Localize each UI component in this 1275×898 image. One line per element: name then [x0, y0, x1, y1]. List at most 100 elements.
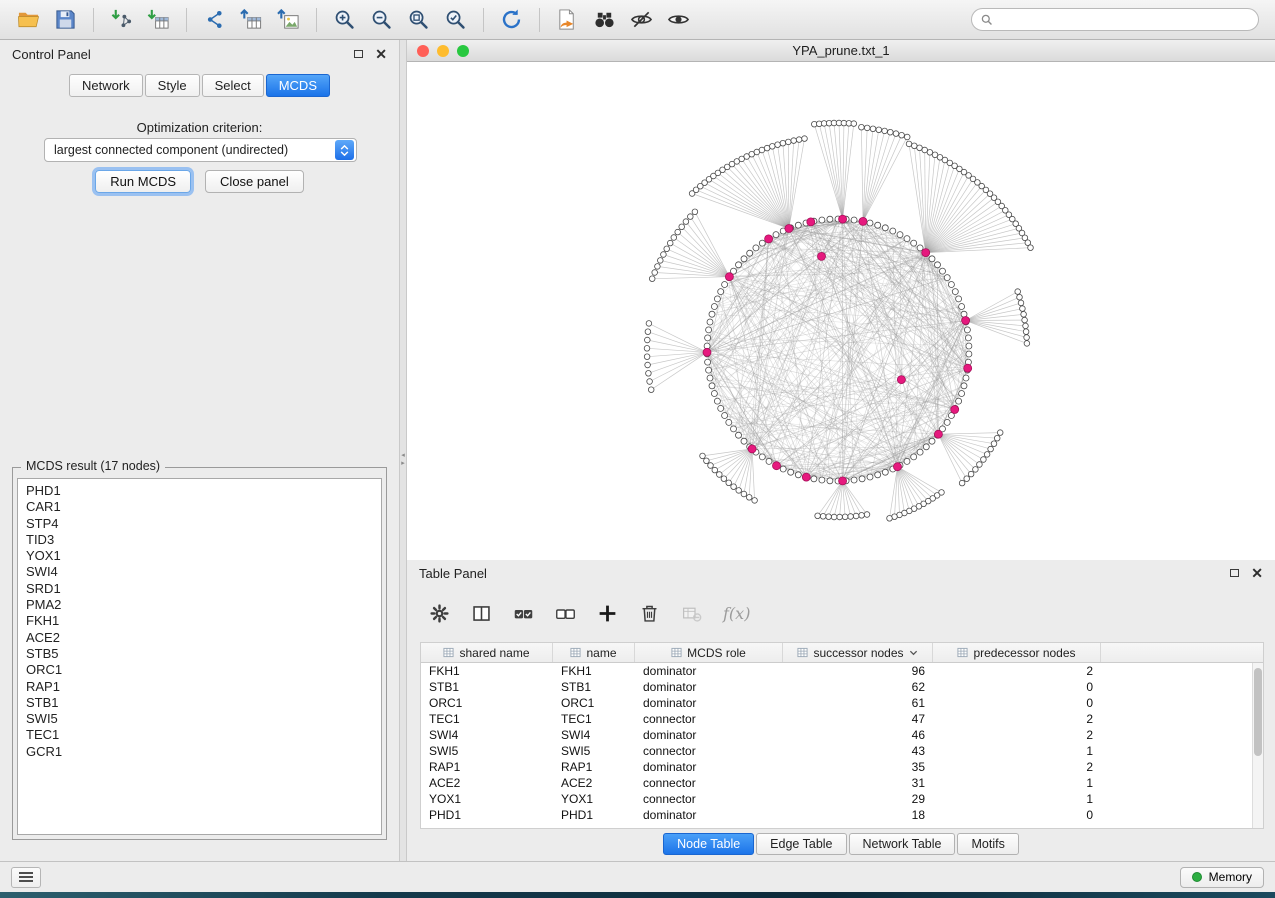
table-row[interactable]: STB1STB1dominator620 — [421, 679, 1252, 695]
status-menu-button[interactable] — [11, 867, 41, 888]
window-controls — [417, 45, 469, 57]
control-panel: Control Panel ✕ NetworkStyleSelectMCDS O… — [0, 40, 399, 861]
column-header-successor-nodes[interactable]: successor nodes — [783, 643, 933, 662]
tab-select[interactable]: Select — [202, 74, 264, 97]
show-all-button[interactable] — [662, 5, 695, 35]
control-tabs: NetworkStyleSelectMCDS — [0, 74, 399, 97]
export-image-button[interactable] — [272, 5, 305, 35]
mcds-result-item[interactable]: ORC1 — [26, 662, 373, 678]
table-row[interactable]: RAP1RAP1dominator352 — [421, 759, 1252, 775]
mcds-result-item[interactable]: PMA2 — [26, 597, 373, 613]
columns-button[interactable] — [471, 603, 492, 624]
cell-mcds-role: connector — [635, 712, 783, 726]
toolbar-separator — [483, 8, 484, 32]
tab-edge-table[interactable]: Edge Table — [756, 833, 846, 855]
zoom-in-button[interactable] — [328, 5, 361, 35]
open-file-icon — [17, 8, 40, 31]
zoom-out-button[interactable] — [365, 5, 398, 35]
mcds-result-item[interactable]: GCR1 — [26, 744, 373, 760]
cell-predecessor-nodes: 1 — [933, 744, 1101, 758]
tab-network[interactable]: Network — [69, 74, 143, 97]
refresh-layout-button[interactable] — [495, 5, 528, 35]
add-row-button[interactable] — [597, 603, 618, 624]
column-header-shared-name[interactable]: shared name — [421, 643, 553, 662]
scrollbar-thumb[interactable] — [1254, 668, 1262, 756]
close-window-button[interactable] — [417, 45, 429, 57]
zoom-fit-button[interactable] — [402, 5, 435, 35]
run-mcds-button[interactable]: Run MCDS — [95, 170, 191, 193]
cell-predecessor-nodes: 1 — [933, 792, 1101, 806]
minimize-window-button[interactable] — [437, 45, 449, 57]
table-row[interactable]: FKH1FKH1dominator962 — [421, 663, 1252, 679]
network-window-titlebar: YPA_prune.txt_1 — [407, 40, 1275, 62]
zoom-selected-button[interactable] — [439, 5, 472, 35]
import-network-icon — [110, 8, 133, 31]
table-row[interactable]: SWI5SWI5connector431 — [421, 743, 1252, 759]
close-panel-button[interactable]: Close panel — [205, 170, 304, 193]
memory-status-icon — [1192, 872, 1202, 882]
network-canvas[interactable] — [407, 62, 1275, 560]
tab-network-table[interactable]: Network Table — [849, 833, 956, 855]
tab-style[interactable]: Style — [145, 74, 200, 97]
table-row[interactable]: PHD1PHD1dominator180 — [421, 807, 1252, 823]
memory-button[interactable]: Memory — [1180, 867, 1264, 888]
settings-button[interactable] — [429, 603, 450, 624]
column-header-predecessor-nodes[interactable]: predecessor nodes — [933, 643, 1101, 662]
table-row[interactable]: ACE2ACE2connector311 — [421, 775, 1252, 791]
mcds-result-item[interactable]: RAP1 — [26, 679, 373, 695]
delete-rows-button[interactable] — [639, 603, 660, 624]
share-document-button[interactable] — [551, 5, 584, 35]
mcds-result-item[interactable]: SRD1 — [26, 581, 373, 597]
table-row[interactable]: SWI4SWI4dominator462 — [421, 727, 1252, 743]
tab-motifs[interactable]: Motifs — [957, 833, 1018, 855]
tab-mcds[interactable]: MCDS — [266, 74, 330, 97]
hide-selected-button[interactable] — [625, 5, 658, 35]
zoom-window-button[interactable] — [457, 45, 469, 57]
column-header-mcds-role[interactable]: MCDS role — [635, 643, 783, 662]
deselect-all-button[interactable] — [555, 603, 576, 624]
save-button[interactable] — [49, 5, 82, 35]
table-row[interactable]: TEC1TEC1connector472 — [421, 711, 1252, 727]
splitter-grip-icon[interactable]: ◂▸ — [400, 452, 406, 468]
open-file-button[interactable] — [12, 5, 45, 35]
panel-splitter[interactable]: ◂▸ — [399, 40, 407, 861]
select-all-button[interactable] — [513, 603, 534, 624]
mcds-result-item[interactable]: STP4 — [26, 516, 373, 532]
mcds-result-item[interactable]: SWI5 — [26, 711, 373, 727]
mcds-result-item[interactable]: YOX1 — [26, 548, 373, 564]
search-network-button[interactable] — [588, 5, 621, 35]
optimization-label: Optimization criterion: — [0, 120, 399, 135]
export-table-button[interactable] — [235, 5, 268, 35]
close-table-panel-icon[interactable]: ✕ — [1251, 566, 1263, 580]
toolbar-icons — [10, 5, 697, 35]
float-panel-icon[interactable] — [354, 50, 363, 58]
criterion-select[interactable]: largest connected component (undirected) — [44, 138, 357, 162]
export-network-button[interactable] — [198, 5, 231, 35]
cell-mcds-role: dominator — [635, 808, 783, 822]
cell-name: PHD1 — [553, 808, 635, 822]
column-header-name[interactable]: name — [553, 643, 635, 662]
mcds-result-item[interactable]: ACE2 — [26, 630, 373, 646]
table-scrollbar[interactable] — [1252, 663, 1263, 828]
cell-predecessor-nodes: 0 — [933, 696, 1101, 710]
float-table-panel-icon[interactable] — [1230, 569, 1239, 577]
cell-predecessor-nodes: 0 — [933, 808, 1101, 822]
mcds-result-item[interactable]: CAR1 — [26, 499, 373, 515]
mcds-result-item[interactable]: STB5 — [26, 646, 373, 662]
mcds-result-item[interactable]: STB1 — [26, 695, 373, 711]
mcds-result-item[interactable]: PHD1 — [26, 483, 373, 499]
mcds-result-item[interactable]: TEC1 — [26, 727, 373, 743]
application-window: Control Panel ✕ NetworkStyleSelectMCDS O… — [0, 0, 1275, 898]
cell-mcds-role: dominator — [635, 664, 783, 678]
mcds-result-item[interactable]: FKH1 — [26, 613, 373, 629]
mcds-result-item[interactable]: TID3 — [26, 532, 373, 548]
search-input[interactable] — [998, 13, 1249, 27]
close-panel-icon[interactable]: ✕ — [375, 47, 387, 61]
mcds-result-item[interactable]: SWI4 — [26, 564, 373, 580]
import-network-button[interactable] — [105, 5, 138, 35]
table-row[interactable]: ORC1ORC1dominator610 — [421, 695, 1252, 711]
table-row[interactable]: YOX1YOX1connector291 — [421, 791, 1252, 807]
import-table-button[interactable] — [142, 5, 175, 35]
tab-node-table[interactable]: Node Table — [663, 833, 754, 855]
table-panel-header: Table Panel ✕ — [407, 560, 1275, 586]
